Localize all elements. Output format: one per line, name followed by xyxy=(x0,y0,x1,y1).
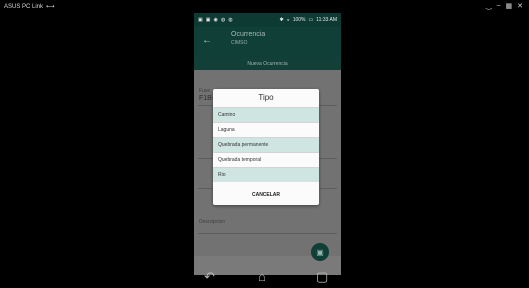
dialog-option-quebrada-temporal[interactable]: Quebrada temporal xyxy=(213,152,319,167)
close-icon[interactable]: ✕ xyxy=(517,2,523,10)
android-nav-bar: ↶ ⌂ ▢ xyxy=(194,269,341,288)
back-icon[interactable]: ↶ xyxy=(204,269,215,285)
fuente-label: Fuse xyxy=(199,88,211,94)
save-button[interactable]: ▣ xyxy=(311,243,329,261)
desktop-screen: ASUS PC Link ⟷ ‿ – ▦ ✕ ▣ ▣ ◉ ◍ ◍ ✱ ◒ 100… xyxy=(0,0,529,288)
status-notifications: ▣ ▣ ◉ ◍ ◍ xyxy=(198,17,233,23)
location-icon: ◍ xyxy=(220,17,226,23)
battery-percent: 100% xyxy=(292,17,306,23)
back-arrow-icon[interactable]: ← xyxy=(202,35,212,46)
home-icon[interactable]: ⌂ xyxy=(258,269,266,284)
cancel-button[interactable]: CANCELAR xyxy=(213,189,319,201)
minimize-icon[interactable]: ‿ xyxy=(486,2,492,10)
window-title-bar: ASUS PC Link ⟷ xyxy=(4,3,55,11)
dialog-option-camino[interactable]: Camino xyxy=(213,107,319,122)
tab-nueva-ocurrencia[interactable]: Nueva Ocurrencia xyxy=(194,58,341,70)
dialog-option-quebrada-permanente[interactable]: Quebrada permanente xyxy=(213,137,319,152)
notification-icon: ▣ xyxy=(198,17,203,23)
window-controls: ‿ – ▦ ✕ xyxy=(486,2,523,10)
dialog-option-laguna[interactable]: Laguna xyxy=(213,122,319,137)
grid-icon[interactable]: ▦ xyxy=(506,2,513,10)
battery-icon: ▭ xyxy=(308,17,314,23)
status-bar: ▣ ▣ ◉ ◍ ◍ ✱ ◒ 100% ▭ 11:33 AM xyxy=(194,13,341,27)
dialog-option-rio[interactable]: Rio xyxy=(213,167,319,182)
tipo-dialog: Tipo Camino Laguna Quebrada permanente Q… xyxy=(213,89,319,205)
status-system: ✱ ◒ 100% ▭ 11:33 AM xyxy=(279,17,337,23)
app-title: Ocurrencia xyxy=(231,31,266,38)
phone-screen: ▣ ▣ ◉ ◍ ◍ ✱ ◒ 100% ▭ 11:33 AM ← Ocurrenc… xyxy=(194,13,341,275)
pin-icon: ◍ xyxy=(228,17,233,23)
notification-icon: ◉ xyxy=(213,17,218,23)
wifi-icon: ◒ xyxy=(286,17,290,23)
app-subtitle: CIMSO xyxy=(231,40,248,46)
divider xyxy=(198,233,337,234)
recents-icon[interactable]: ▢ xyxy=(316,269,328,285)
dialog-title: Tipo xyxy=(258,93,274,102)
descripcion-label: Descripcion xyxy=(199,219,226,225)
notification-icon: ▣ xyxy=(205,17,211,23)
bluetooth-icon: ✱ xyxy=(279,17,284,23)
link-icon: ⟷ xyxy=(46,4,55,10)
time-display: 11:33 AM xyxy=(316,17,337,23)
dash-icon[interactable]: – xyxy=(497,2,501,10)
app-bar: ← Ocurrencia CIMSO xyxy=(194,27,341,58)
save-icon: ▣ xyxy=(316,247,324,257)
window-title: ASUS PC Link xyxy=(4,3,44,10)
